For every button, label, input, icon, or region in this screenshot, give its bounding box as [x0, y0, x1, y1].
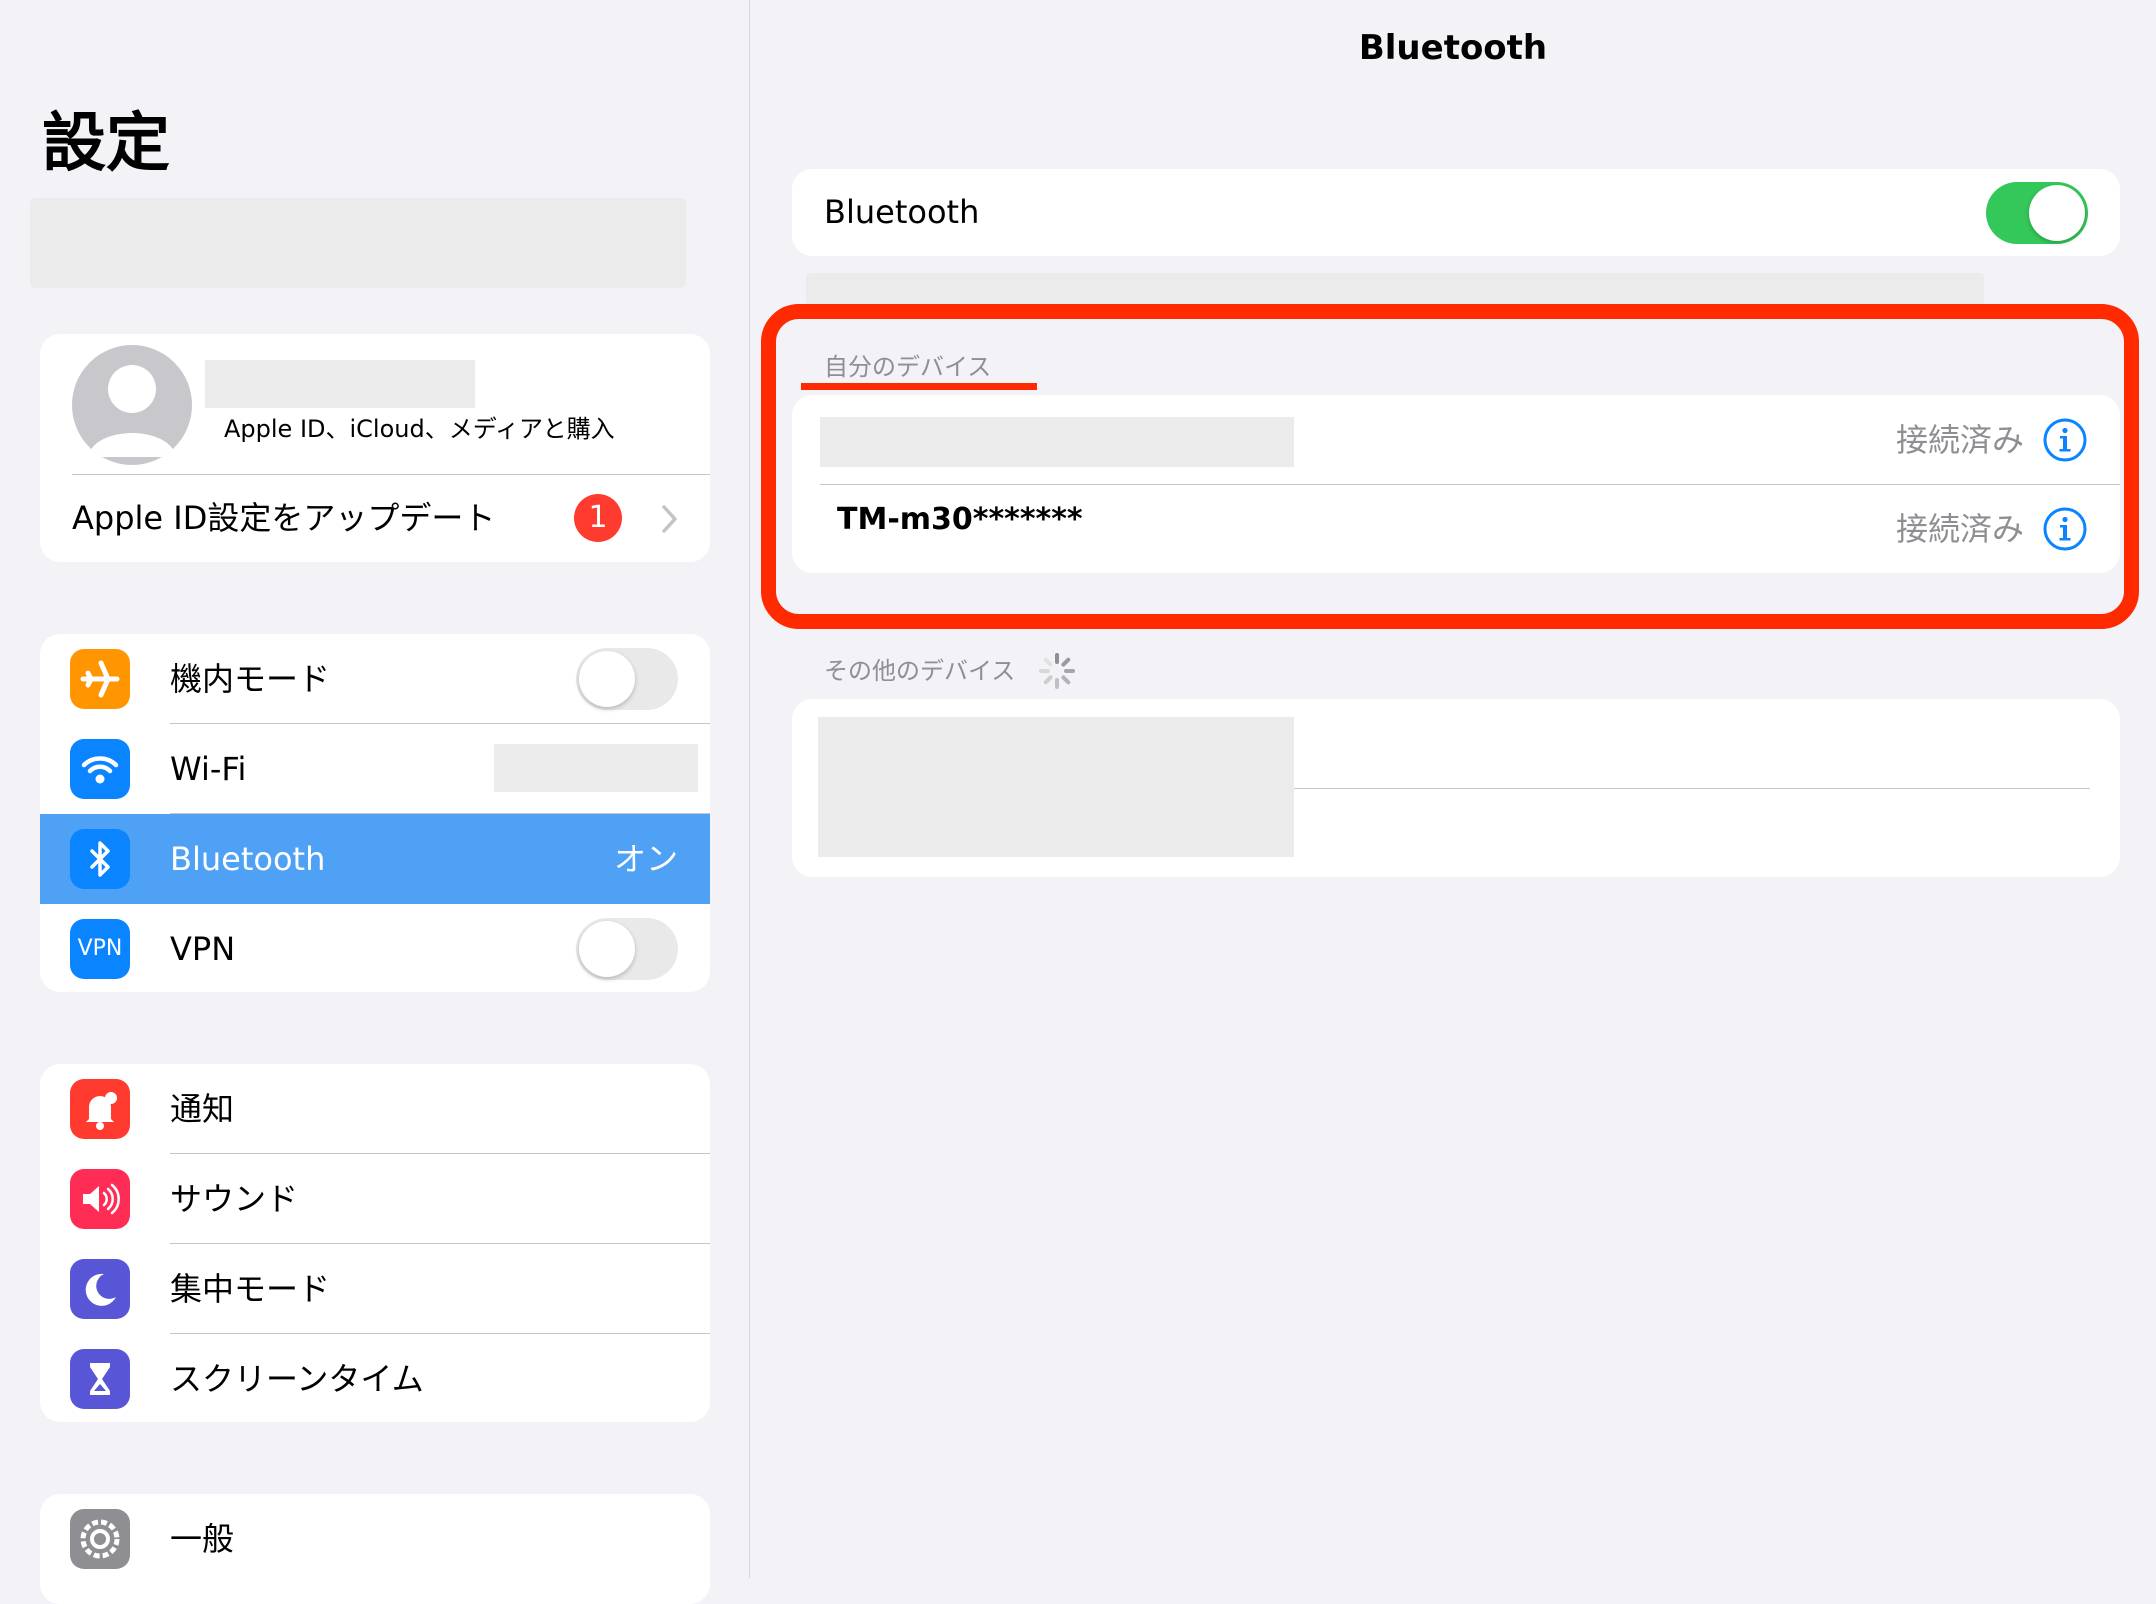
page-title: 設定	[42, 107, 170, 181]
sidebar-item-label: 通知	[170, 1090, 235, 1128]
notifications-group: 通知 サウンド 集中モード スクリーンタイム	[40, 1064, 710, 1422]
speaker-icon	[70, 1169, 130, 1229]
sidebar-item-label: Bluetooth	[170, 840, 326, 878]
general-group: 一般	[40, 1494, 710, 1604]
sidebar-item-label: Wi-Fi	[170, 750, 247, 788]
device-status: 接続済み	[1895, 510, 2024, 548]
sidebar-item-bluetooth[interactable]: Bluetooth オン	[40, 814, 710, 904]
device-name: TM-m30*******	[837, 502, 1083, 537]
vpn-icon: VPN	[70, 919, 130, 979]
settings-sidebar: 設定 Apple ID、iCloud、メディアと購入 Apple ID設定をアッ…	[0, 0, 749, 1604]
sidebar-item-label: 一般	[170, 1520, 235, 1558]
bluetooth-icon	[70, 829, 130, 889]
other-devices-list	[792, 699, 2120, 877]
my-devices-list: 接続済み TM-m30******* 接続済み	[792, 395, 2120, 573]
moon-icon	[70, 1259, 130, 1319]
device-name-redacted	[820, 417, 1294, 467]
apple-id-update-label: Apple ID設定をアップデート	[72, 499, 496, 537]
other-devices-redacted	[818, 717, 1294, 857]
bluetooth-status-value: オン	[613, 840, 678, 878]
wifi-icon	[70, 739, 130, 799]
apple-id-card: Apple ID、iCloud、メディアと購入 Apple ID設定をアップデー…	[40, 334, 710, 562]
device-row[interactable]: 接続済み	[792, 395, 2120, 485]
person-silhouette-icon[interactable]	[72, 345, 192, 465]
split-view-divider	[749, 0, 750, 1578]
chevron-right-icon	[660, 502, 680, 536]
sidebar-item-focus[interactable]: 集中モード	[40, 1244, 710, 1334]
bell-icon	[70, 1079, 130, 1139]
nav-title: Bluetooth	[1358, 28, 1548, 68]
hourglass-icon	[70, 1349, 130, 1409]
sidebar-item-label: スクリーンタイム	[170, 1360, 424, 1398]
vpn-icon-text: VPN	[77, 936, 123, 961]
sidebar-item-vpn[interactable]: VPN VPN	[40, 904, 710, 992]
sidebar-item-screen-time[interactable]: スクリーンタイム	[40, 1334, 710, 1422]
info-text-redacted	[806, 273, 1984, 307]
bluetooth-toggle[interactable]	[1986, 182, 2088, 244]
sidebar-item-general[interactable]: 一般	[40, 1494, 710, 1584]
sidebar-item-sound[interactable]: サウンド	[40, 1154, 710, 1244]
sidebar-item-label: 集中モード	[170, 1270, 331, 1308]
sidebar-item-airplane-mode[interactable]: 機内モード	[40, 634, 710, 724]
device-row[interactable]: TM-m30******* 接続済み	[792, 485, 2120, 573]
apple-id-subtitle: Apple ID、iCloud、メディアと購入	[224, 415, 615, 443]
other-devices-header: その他のデバイス	[824, 657, 1016, 685]
account-name-redacted	[205, 360, 475, 408]
sidebar-item-label: 機内モード	[170, 660, 331, 698]
bluetooth-toggle-row: Bluetooth	[792, 169, 2120, 256]
wifi-network-redacted	[494, 744, 698, 792]
gear-icon	[70, 1509, 130, 1569]
my-devices-header: 自分のデバイス	[824, 353, 992, 381]
device-status: 接続済み	[1895, 421, 2024, 459]
sidebar-item-label: VPN	[170, 930, 236, 968]
vpn-toggle[interactable]	[576, 918, 678, 980]
sidebar-item-wifi[interactable]: Wi-Fi	[40, 724, 710, 814]
update-badge: 1	[574, 494, 622, 542]
connectivity-group: 機内モード Wi-Fi Bluetooth オン VPN VPN	[40, 634, 710, 992]
search-field-redacted[interactable]	[30, 198, 686, 288]
bluetooth-row-label: Bluetooth	[824, 193, 980, 231]
sidebar-item-label: サウンド	[170, 1180, 299, 1218]
loading-spinner-icon	[1037, 651, 1077, 691]
separator	[1294, 788, 2090, 789]
sidebar-item-notifications[interactable]: 通知	[40, 1064, 710, 1154]
info-icon[interactable]	[2042, 417, 2088, 463]
apple-id-update-row[interactable]: Apple ID設定をアップデート 1	[40, 475, 710, 562]
airplane-icon	[70, 649, 130, 709]
info-icon[interactable]	[2042, 506, 2088, 552]
airplane-mode-toggle[interactable]	[576, 648, 678, 710]
